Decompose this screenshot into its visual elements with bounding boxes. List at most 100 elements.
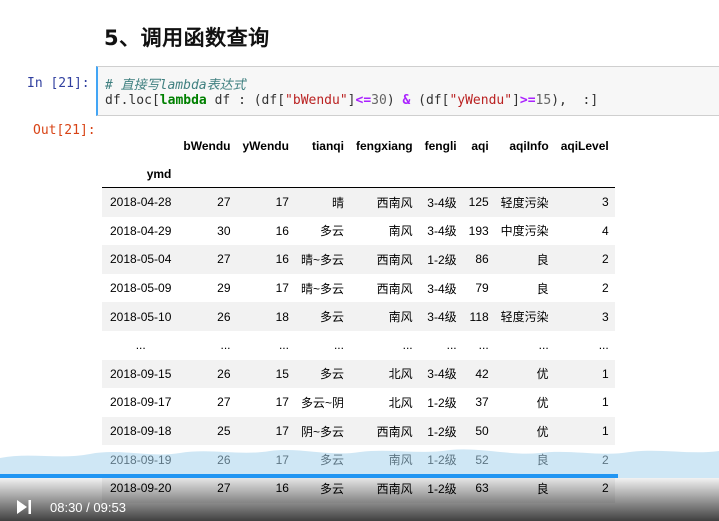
table-cell: 晴~多云 [300, 281, 344, 296]
table-cell: 30 [217, 223, 231, 238]
table-cell: 晴~多云 [300, 252, 344, 267]
table-cell: 27 [217, 395, 231, 410]
table-cell: 西南风 [376, 281, 413, 296]
table-cell: 42 [475, 366, 489, 381]
column-header: bWendu [183, 139, 231, 153]
column-header: aqi [471, 139, 489, 153]
table-cell: ... [446, 338, 457, 353]
table-row: 2018-05-09 29 17 晴~多云 西南风 3-4级 79 良 2 [102, 274, 615, 303]
table-cell: 北风 [388, 367, 413, 382]
table-cell: 3 [602, 309, 609, 324]
index-name-row: ymd [102, 160, 615, 188]
table-cell: 37 [475, 395, 489, 410]
table-cell: 17 [275, 395, 289, 410]
table-cell: 4 [602, 223, 609, 238]
table-cell: ... [598, 338, 609, 353]
table-cell: 优 [536, 367, 549, 382]
table-row: 2018-05-04 27 16 晴~多云 西南风 1-2级 86 良 2 [102, 245, 615, 274]
table-row: 2018-09-15 26 15 多云 北风 3-4级 42 优 1 [102, 359, 615, 389]
player-control-bar: 08:30 / 09:53 [0, 478, 719, 521]
column-header: fengli [424, 139, 457, 153]
table-cell: ... [478, 338, 489, 353]
row-index: 2018-05-09 [110, 281, 172, 296]
table-cell: 良 [536, 252, 549, 267]
code-cell[interactable]: # 直接写lambda表达式 df.loc[lambda df : (df["b… [96, 66, 719, 116]
progress-wave [0, 449, 719, 478]
table-row: 2018-05-10 26 18 多云 南风 3-4级 118 轻度污染 3 [102, 302, 615, 331]
current-time: 08:30 [50, 500, 83, 515]
table-cell: 2 [602, 281, 609, 296]
table-cell: 轻度污染 [500, 310, 549, 325]
column-header: aqiLevel [560, 139, 609, 153]
table-cell: 16 [275, 223, 289, 238]
index-name: ymd [102, 160, 178, 188]
table-cell: 125 [468, 195, 489, 210]
table-cell: 晴 [331, 195, 344, 210]
column-header-row: bWendu yWendu tianqi fengxiang fengli aq… [102, 132, 615, 160]
column-header: fengxiang [355, 139, 413, 153]
table-cell: 良 [536, 281, 549, 296]
output-prompt: Out[21]: [33, 123, 96, 138]
table-cell: 3-4级 [427, 195, 457, 210]
time-display: 08:30 / 09:53 [50, 500, 126, 515]
table-cell: 中度污染 [500, 224, 549, 239]
row-index: 2018-04-28 [110, 195, 172, 210]
row-index: 2018-04-29 [110, 223, 172, 238]
table-cell: 86 [475, 252, 489, 267]
table-cell: 118 [469, 309, 489, 324]
table-cell: 17 [275, 281, 289, 296]
column-header: tianqi [311, 139, 344, 153]
column-header: aqiInfo [509, 139, 549, 153]
table-cell: 西南风 [376, 195, 413, 210]
table-cell: ... [278, 338, 289, 353]
table-cell: 多云 [319, 224, 344, 239]
table-cell: 3-4级 [427, 367, 457, 382]
table-cell: 2 [602, 252, 609, 267]
table-cell: 16 [275, 252, 289, 267]
row-index: 2018-09-15 [110, 366, 172, 381]
table-cell: 18 [275, 309, 289, 324]
table-cell: 3-4级 [427, 224, 457, 239]
input-prompt: In [21]: [27, 76, 90, 91]
play-icon[interactable] [16, 500, 32, 514]
table-cell: 3 [602, 195, 609, 210]
duration: 09:53 [93, 500, 126, 515]
table-cell: 27 [217, 252, 231, 267]
table-cell: ... [220, 338, 231, 353]
table-cell: 多云 [319, 367, 344, 382]
table-cell: 轻度污染 [500, 195, 549, 210]
code-comment: # 直接写lambda表达式 [105, 78, 246, 93]
row-index: ... [135, 338, 146, 353]
table-cell: 29 [217, 281, 231, 296]
table-cell: 优 [536, 395, 549, 410]
section-title: 5、调用函数查询 [104, 26, 270, 50]
table-row: ........................... [102, 331, 615, 360]
index-header-blank [102, 132, 177, 160]
table-cell: 南风 [388, 224, 413, 239]
table-cell: 15 [275, 366, 289, 381]
time-separator: / [86, 500, 90, 515]
column-header: yWendu [242, 139, 289, 153]
table-cell: ... [538, 338, 549, 353]
table-row: 2018-04-28 27 17 晴 西南风 3-4级 125 轻度污染 3 [102, 187, 615, 217]
table-cell: ... [402, 338, 413, 353]
table-cell: 26 [217, 366, 231, 381]
table-cell: 多云~阴 [300, 395, 344, 410]
table-cell: ... [333, 338, 344, 353]
table-cell: 1 [602, 395, 609, 410]
table-cell: 南风 [388, 310, 413, 325]
row-index: 2018-09-17 [110, 395, 172, 410]
code-line: df.loc[lambda df : (df["bWendu"]<=30) & … [105, 93, 599, 108]
table-cell: 17 [275, 195, 289, 210]
table-cell: 1-2级 [427, 252, 457, 267]
table-cell: 3-4级 [427, 281, 457, 296]
row-index: 2018-05-04 [110, 252, 172, 267]
table-cell: 3-4级 [427, 310, 457, 325]
table-cell: 多云 [319, 310, 344, 325]
table-row: 2018-09-17 27 17 多云~阴 北风 1-2级 37 优 1 [102, 388, 615, 417]
table-cell: 北风 [388, 395, 413, 410]
table-cell: 1-2级 [427, 395, 457, 410]
table-cell: 26 [217, 309, 231, 324]
table-cell: 193 [468, 223, 489, 238]
table-row: 2018-04-29 30 16 多云 南风 3-4级 193 中度污染 4 [102, 217, 615, 246]
